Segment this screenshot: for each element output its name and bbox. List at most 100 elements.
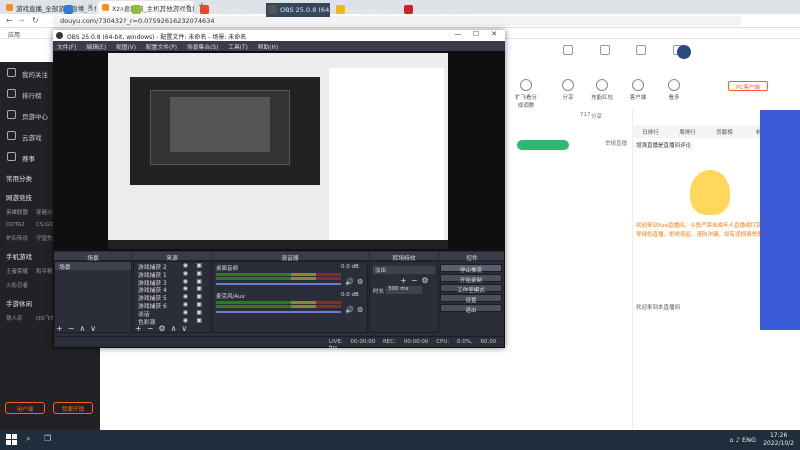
category-link[interactable]: 英雄联盟 xyxy=(6,205,36,219)
scene-list-buttons[interactable]: +−∧∨ xyxy=(56,324,101,333)
preview-taskbar xyxy=(108,240,448,249)
speaker-icon[interactable]: 🔊 xyxy=(345,278,354,286)
gear-icon[interactable]: ⚙ xyxy=(357,306,363,314)
taskbar-app[interactable]: SE浏览平台 xyxy=(198,3,262,17)
lock-icon[interactable]: ▣ xyxy=(196,309,202,316)
lock-icon[interactable]: ▣ xyxy=(196,285,202,292)
exit-button[interactable]: 退出 xyxy=(440,304,502,314)
app-icon xyxy=(200,5,209,14)
category-link[interactable]: 火影忍者 xyxy=(6,278,36,292)
tab-weekly-rank[interactable]: 周排行 xyxy=(669,125,706,138)
minimize-icon[interactable]: — xyxy=(449,30,467,41)
settings-button[interactable]: 设置 xyxy=(440,294,502,304)
eye-icon[interactable]: ◉ xyxy=(183,293,188,300)
trophy-icon xyxy=(7,89,16,98)
header-icon-item[interactable]: 分享 xyxy=(555,79,581,101)
source-item[interactable]: 游戏捕获 6 ◉ ▣ xyxy=(134,301,210,310)
volume-icon[interactable]: ♪ xyxy=(736,436,740,444)
cup-icon xyxy=(7,152,16,161)
taskbar-app-active[interactable]: OBS 25.0.8 (64-bi... xyxy=(266,3,344,17)
source-item[interactable]: 游戏捕获 2 ◉ ▣ xyxy=(134,262,210,271)
eye-icon[interactable]: ◉ xyxy=(183,317,188,324)
user-avatar[interactable] xyxy=(677,45,691,59)
taskbar-clock[interactable]: 17:26 2022/10/2 xyxy=(763,432,794,448)
lock-icon[interactable]: ▣ xyxy=(196,301,202,308)
reload-icon[interactable]: ↻ xyxy=(32,16,39,25)
duration-input[interactable]: 300 ms xyxy=(386,286,422,294)
source-item[interactable]: 游戏捕获 5 ◉ ▣ xyxy=(134,293,210,302)
transition-select[interactable]: 淡出 xyxy=(373,266,435,274)
eye-icon[interactable]: ◉ xyxy=(183,309,188,316)
category-link[interactable]: DOTA2 xyxy=(6,219,36,231)
eye-icon[interactable]: ◉ xyxy=(183,278,188,285)
share-link[interactable]: 分享 xyxy=(591,112,602,120)
audio-meter xyxy=(216,277,341,280)
scene-item[interactable]: 场景 xyxy=(55,262,131,271)
lock-icon[interactable]: ▣ xyxy=(196,293,202,300)
category-link[interactable]: 炉石传说 xyxy=(6,231,36,245)
apps-bookmark[interactable]: 应用 xyxy=(8,32,20,39)
lock-icon[interactable]: ▣ xyxy=(196,317,202,324)
taskbar-app[interactable]: Xza直播间_主机... xyxy=(334,3,402,17)
app-icon xyxy=(132,5,141,14)
tab-daily-rank[interactable]: 日排行 xyxy=(632,125,669,138)
studio-mode-button[interactable]: 工作室模式 xyxy=(440,284,502,294)
back-icon[interactable]: ← xyxy=(6,16,13,25)
stop-streaming-button[interactable]: 停止推流 xyxy=(440,264,502,274)
report-link[interactable]: 举报直播 xyxy=(605,139,627,147)
url-input[interactable]: douyu.com/730432?_r=0.07592616232074634 xyxy=(52,16,742,26)
source-item[interactable]: 游戏捕获 1 ◉ ▣ xyxy=(134,270,210,279)
category-link[interactable]: 狼人杀 xyxy=(6,311,36,325)
go-live-button[interactable]: 我要开播 xyxy=(53,402,93,414)
history-icon[interactable] xyxy=(563,45,573,55)
close-icon[interactable]: ✕ xyxy=(485,30,503,41)
start-recording-button[interactable]: 开始录制 xyxy=(440,274,502,284)
pc-client-button[interactable]: PC客户端 xyxy=(728,81,768,91)
transition-buttons[interactable]: +−⚙ xyxy=(400,276,433,285)
volume-slider[interactable] xyxy=(216,283,341,285)
lock-icon[interactable]: ▣ xyxy=(196,262,202,269)
gear-icon[interactable]: ⚙ xyxy=(357,278,363,286)
chat-notice: 增强直播是直播间评论 xyxy=(636,143,692,149)
source-item[interactable]: 谈话 ◉ ▣ xyxy=(134,309,210,318)
lock-icon[interactable]: ▣ xyxy=(196,270,202,277)
follow-icon[interactable] xyxy=(599,45,610,55)
taskbar-app[interactable]: 微信朋友 - 微信话 xyxy=(402,3,468,17)
volume-slider[interactable] xyxy=(216,311,341,313)
app-icon xyxy=(268,5,277,14)
tab-contribution[interactable]: 贡献榜 xyxy=(706,125,743,138)
mixer-track-db: 0.0 dB xyxy=(341,292,359,298)
search-icon[interactable]: ⌕ xyxy=(26,434,30,444)
eye-icon[interactable]: ◉ xyxy=(183,262,188,269)
header-icon-item[interactable]: 看多 xyxy=(661,79,687,101)
client-button[interactable]: 用户端 xyxy=(5,402,45,414)
side-ad-banner[interactable] xyxy=(760,110,800,330)
source-item[interactable]: 游戏捕获 4 ◉ ▣ xyxy=(134,285,210,294)
lock-icon[interactable]: ▣ xyxy=(196,278,202,285)
chat-system-message: 欢迎来到Xza直播间，斗鱼严禁未成年人直播或打赏。倡导绿色直播，拒绝低俗、谨防诈… xyxy=(636,223,773,238)
transitions-header: 转场特效 xyxy=(369,252,439,262)
app-icon xyxy=(64,5,73,14)
maximize-icon[interactable]: ☐ xyxy=(467,30,485,41)
message-icon[interactable] xyxy=(636,45,647,55)
gamepad-icon xyxy=(7,110,16,119)
speaker-icon[interactable]: 🔊 xyxy=(345,306,354,314)
taskbar-app[interactable]: Studio One - 我的... xyxy=(62,3,138,17)
header-icon-item[interactable]: 客户端 xyxy=(625,79,651,101)
windows-start-icon[interactable] xyxy=(6,434,17,445)
follow-pill[interactable] xyxy=(517,140,569,150)
forward-icon[interactable]: → xyxy=(18,16,25,25)
task-view-icon[interactable]: ❐ xyxy=(44,434,51,443)
language-indicator[interactable]: ENG xyxy=(742,436,756,444)
category-link[interactable]: 王者荣耀 xyxy=(6,264,36,278)
source-list-buttons[interactable]: +−⚙∧∨ xyxy=(135,324,192,333)
header-icon-item[interactable]: 充能红包 xyxy=(589,79,615,101)
source-item[interactable]: 游戏捕获 3 ◉ ▣ xyxy=(134,278,210,287)
eye-icon[interactable]: ◉ xyxy=(183,270,188,277)
network-icon[interactable]: ⌂ xyxy=(730,436,734,444)
chat-welcome-line: 欢迎来到本直播间 xyxy=(636,305,681,311)
eye-icon[interactable]: ◉ xyxy=(183,301,188,308)
header-icon-item[interactable]: 扩飞看分成调教 xyxy=(513,79,539,109)
eye-icon[interactable]: ◉ xyxy=(183,285,188,292)
taskbar-app[interactable]: 213349 - 精灵 xyxy=(130,3,194,17)
